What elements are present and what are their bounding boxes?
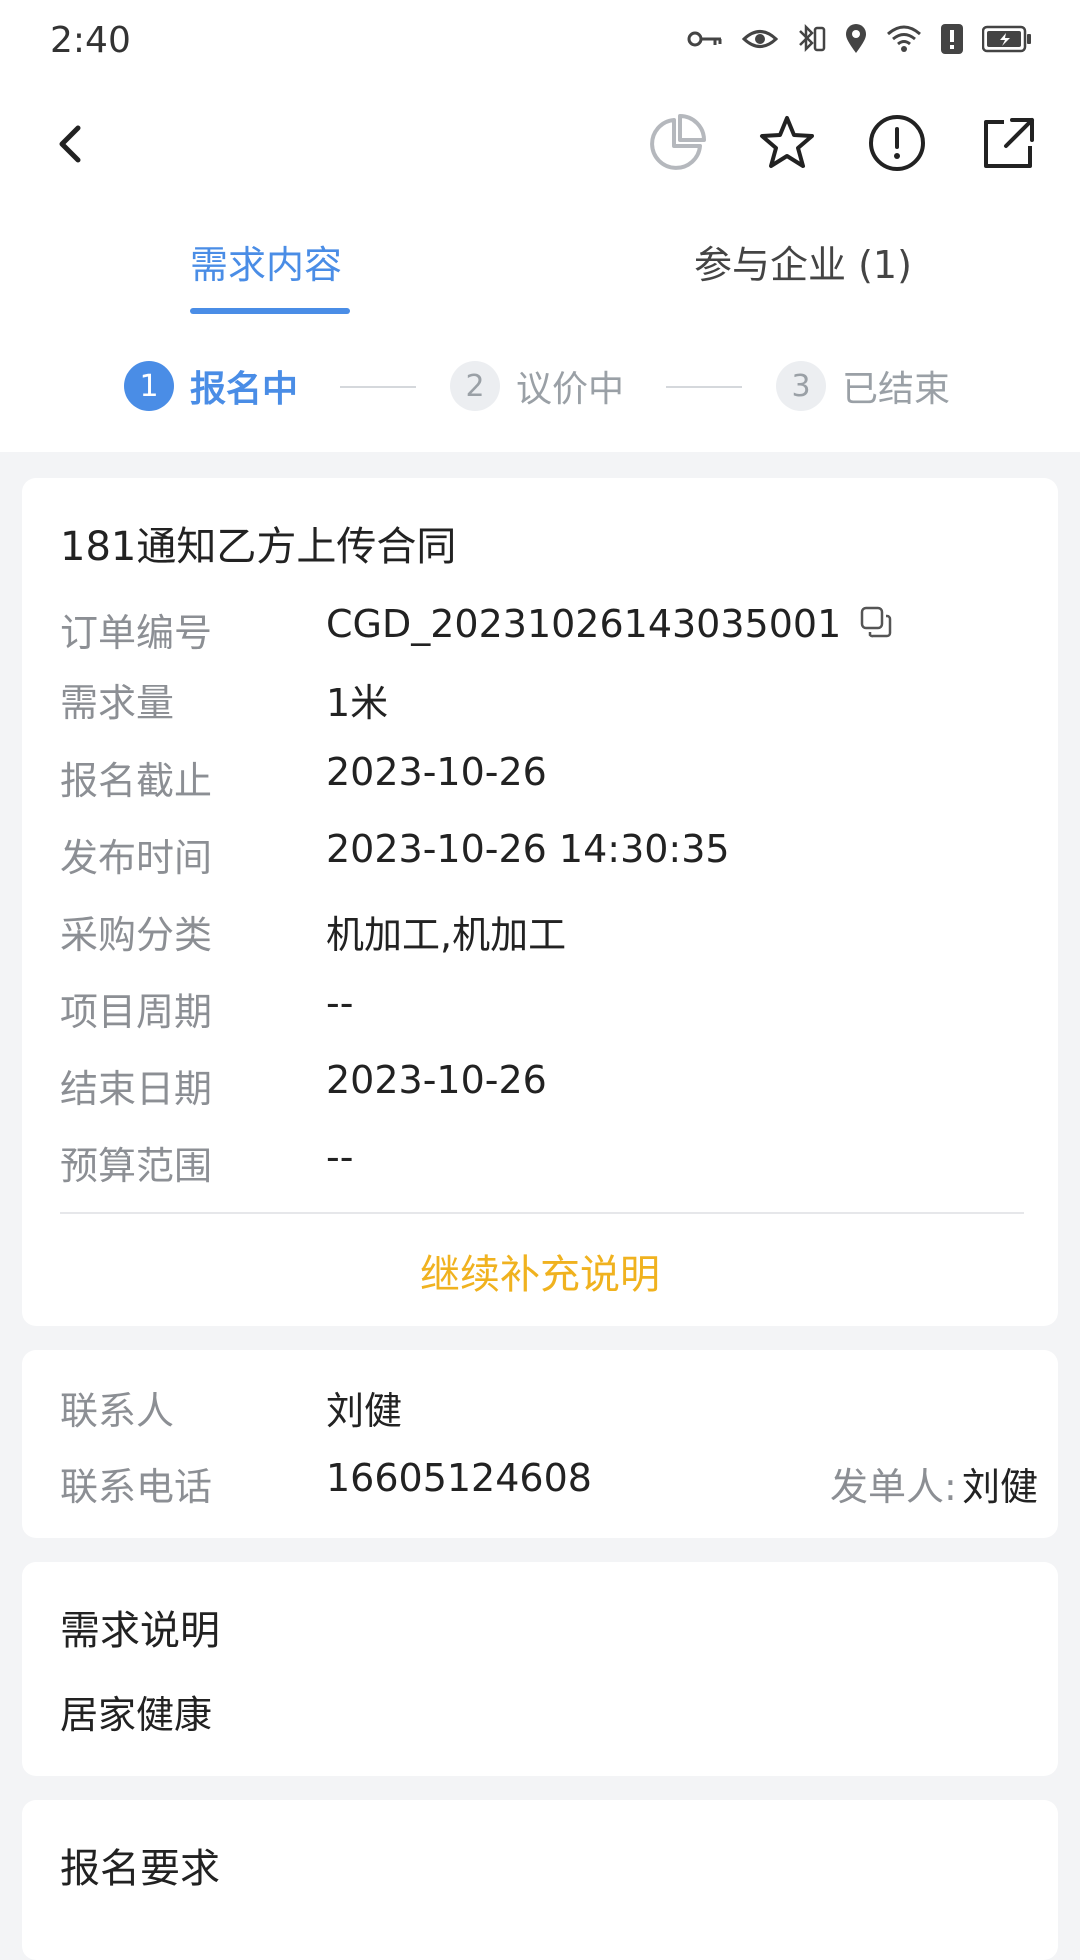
step-connector (666, 386, 742, 388)
step-number: 2 (450, 361, 500, 411)
report-icon[interactable] (864, 110, 930, 176)
field-label: 报名截止 (60, 759, 213, 803)
description-body: 居家健康 (60, 1693, 213, 1737)
step-number: 1 (124, 361, 174, 411)
status-time: 2:40 (50, 20, 131, 61)
issuer-label: 发单人: (830, 1465, 957, 1509)
step-registering: 1 报名中 (124, 360, 298, 412)
field-value: 2023-10-26 (326, 750, 547, 794)
requirements-title: 报名要求 (60, 1846, 220, 1892)
step-label: 报名中 (190, 369, 299, 410)
field-value: 2023-10-26 14:30:35 (326, 827, 730, 871)
step-connector (340, 386, 416, 388)
field-label: 需求量 (60, 681, 175, 725)
field-label: 联系电话 (60, 1465, 213, 1509)
eye-icon (742, 26, 778, 52)
active-tab-indicator (190, 308, 350, 314)
requirements-card: 报名要求 (22, 1800, 1058, 1960)
tab-bar: 需求内容 参与企业 (1) (0, 220, 1080, 320)
registration-deadline-row: 报名截止 2023-10-26 (60, 750, 1020, 810)
phone-value[interactable]: 16605124608 (326, 1456, 592, 1500)
divider (60, 1212, 1024, 1214)
project-period-row: 项目周期 -- (60, 981, 1020, 1041)
field-label: 结束日期 (60, 1067, 213, 1111)
key-icon (686, 26, 724, 52)
tab-participating-companies[interactable]: 参与企业 (1) (694, 234, 912, 289)
continue-supplement-button[interactable]: 继续补充说明 (22, 1242, 1058, 1300)
order-number-value: CGD_20231026143035001 (326, 602, 842, 646)
order-title: 181通知乙方上传合同 (60, 524, 457, 570)
field-value: -- (326, 1135, 354, 1179)
field-value: -- (326, 981, 354, 1025)
pie-chart-icon[interactable] (644, 110, 710, 176)
step-ended: 3 已结束 (776, 360, 950, 412)
step-label: 已结束 (842, 369, 951, 410)
wifi-icon (886, 24, 922, 54)
location-icon (844, 23, 868, 55)
copy-icon[interactable] (859, 604, 893, 648)
budget-range-row: 预算范围 -- (60, 1135, 1020, 1195)
status-icons (686, 22, 1032, 56)
issuer-value: 刘健 (962, 1465, 1039, 1509)
quantity-row: 需求量 1米 (60, 672, 1020, 732)
share-icon[interactable] (974, 110, 1040, 176)
description-title: 需求说明 (60, 1608, 220, 1654)
tab-demand-content[interactable]: 需求内容 (190, 234, 342, 289)
bluetooth-icon (796, 22, 826, 56)
field-label: 预算范围 (60, 1144, 213, 1188)
order-info-card: 181通知乙方上传合同 订单编号 CGD_20231026143035001 需… (22, 478, 1058, 1326)
field-value: 1米 (326, 681, 389, 725)
order-number-row: 订单编号 CGD_20231026143035001 (60, 602, 1020, 662)
contact-person-row: 联系人 刘健 (60, 1380, 1020, 1440)
status-bar: 2:40 (0, 0, 1080, 86)
field-label: 订单编号 (60, 611, 213, 655)
star-icon[interactable] (754, 110, 820, 176)
field-label: 项目周期 (60, 990, 213, 1034)
step-number: 3 (776, 361, 826, 411)
field-value: 2023-10-26 (326, 1058, 547, 1102)
description-card: 需求说明 居家健康 (22, 1562, 1058, 1776)
progress-steps: 1 报名中 2 议价中 3 已结束 (0, 360, 1080, 416)
purchase-category-row: 采购分类 机加工,机加工 (60, 904, 1020, 964)
end-date-row: 结束日期 2023-10-26 (60, 1058, 1020, 1118)
field-value: 机加工,机加工 (326, 913, 567, 957)
navigation-bar (0, 96, 1080, 192)
alert-icon (940, 23, 964, 55)
field-label: 采购分类 (60, 913, 213, 957)
contact-card: 联系人 刘健 联系电话 16605124608 发单人: 刘健 (22, 1350, 1058, 1538)
field-value: 刘健 (326, 1389, 403, 1433)
step-negotiating: 2 议价中 (450, 360, 624, 412)
header-area: 2:40 需求内容 参与企业 (1) 1 报名中 2 议价中 3 已结束 (0, 0, 1080, 452)
field-label: 联系人 (60, 1389, 175, 1433)
publish-time-row: 发布时间 2023-10-26 14:30:35 (60, 827, 1020, 887)
field-label: 发布时间 (60, 836, 213, 880)
field-value: CGD_20231026143035001 (326, 602, 893, 648)
battery-icon (982, 25, 1032, 53)
back-icon[interactable] (44, 114, 104, 174)
step-label: 议价中 (516, 369, 625, 410)
contact-phone-row: 联系电话 16605124608 发单人: 刘健 (60, 1456, 1038, 1516)
